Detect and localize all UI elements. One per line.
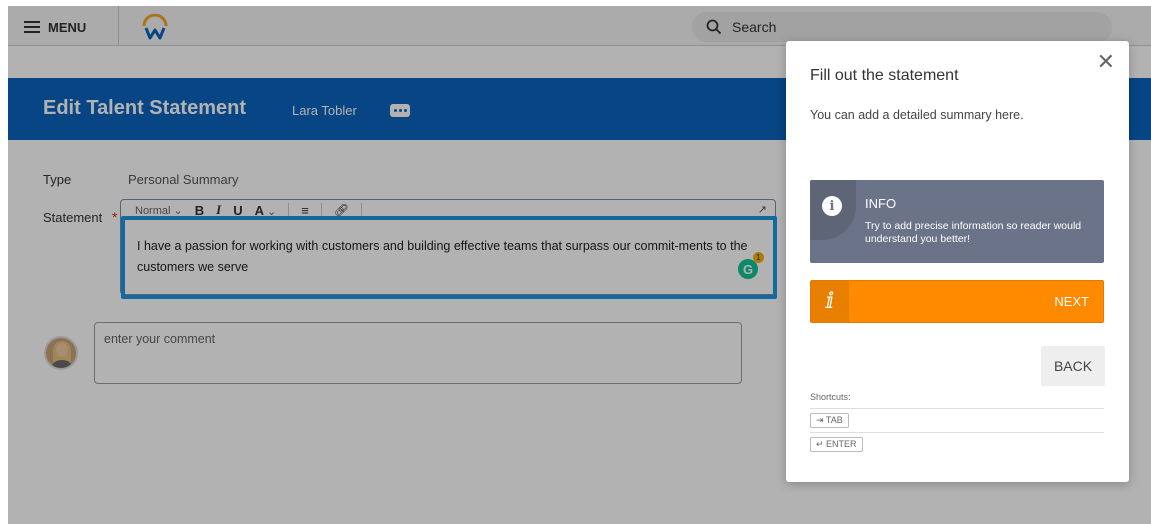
worker-name[interactable]: Lara Tobler	[292, 103, 357, 118]
toolbar-divider	[288, 203, 290, 217]
hamburger-icon	[24, 21, 40, 33]
close-icon[interactable]: ✕	[1097, 51, 1115, 73]
type-value: Personal Summary	[128, 172, 239, 187]
page-title: Edit Talent Statement	[43, 97, 246, 119]
menu-label: MENU	[48, 19, 87, 35]
grammarly-count-badge: 1	[753, 252, 764, 263]
avatar	[44, 336, 78, 370]
required-marker: *	[112, 209, 118, 225]
search-label: Search	[732, 19, 777, 35]
workday-logo-icon[interactable]	[141, 14, 169, 40]
search-bar[interactable]: Search	[692, 12, 1112, 42]
text-style-value: Normal	[135, 204, 171, 217]
divider	[810, 432, 1104, 433]
info-icon: i	[822, 196, 842, 216]
menu-button[interactable]: MENU	[24, 17, 86, 37]
back-button[interactable]: BACK	[1041, 346, 1105, 386]
related-actions-icon[interactable]	[390, 104, 410, 117]
next-label: NEXT	[1054, 294, 1089, 309]
info-title: INFO	[865, 196, 897, 211]
type-label: Type	[43, 172, 72, 187]
expand-icon[interactable]: ↗	[758, 203, 767, 216]
toolbar-divider	[361, 203, 363, 217]
text-style-select[interactable]: Normal ⌄	[135, 204, 183, 217]
toolbar-divider	[320, 203, 322, 217]
text-cursor-icon: ⅈ	[811, 281, 849, 322]
statement-label: Statement	[43, 210, 103, 225]
enter-shortcut-key[interactable]: ↵ ENTER	[810, 437, 863, 452]
comment-input[interactable]: enter your comment	[94, 322, 742, 384]
panel-title: Fill out the statement	[810, 67, 959, 84]
guidance-panel: ✕ Fill out the statement You can add a d…	[786, 41, 1129, 482]
panel-description: You can add a detailed summary here.	[810, 108, 1024, 122]
link-icon[interactable]: 🔗︎	[334, 203, 349, 217]
statement-text[interactable]: I have a passion for working with custom…	[137, 236, 757, 278]
divider	[810, 408, 1104, 409]
shortcuts-label: Shortcuts:	[810, 392, 851, 402]
search-icon	[706, 19, 722, 35]
top-nav-bar: MENU Search	[8, 6, 1151, 46]
info-text: Try to add precise information so reader…	[865, 220, 1082, 245]
divider	[118, 6, 119, 46]
info-callout: i INFO Try to add precise information so…	[810, 180, 1104, 263]
tab-shortcut-key[interactable]: ⇥ TAB	[810, 413, 849, 428]
next-button[interactable]: ⅈ NEXT	[810, 280, 1104, 323]
